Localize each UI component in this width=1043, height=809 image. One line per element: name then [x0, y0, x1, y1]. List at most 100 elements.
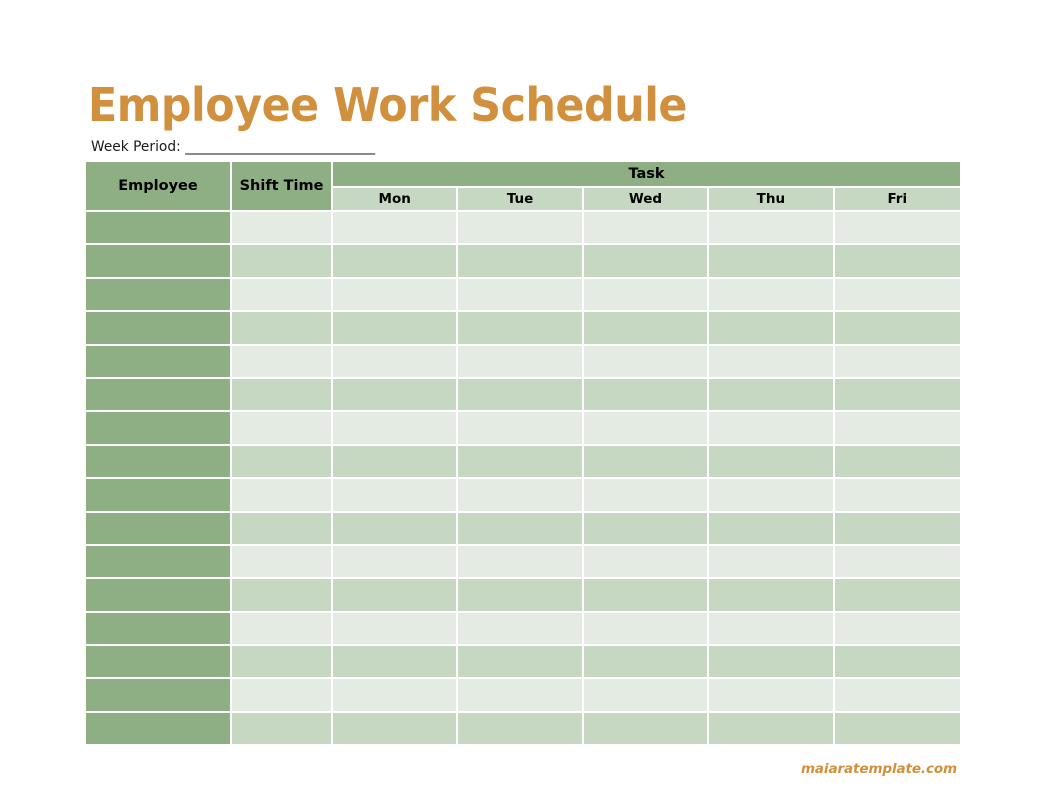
shift-time-cell[interactable]	[232, 212, 333, 246]
task-cell-wed[interactable]	[583, 245, 710, 279]
task-cell-fri[interactable]	[834, 712, 960, 745]
task-cell-fri[interactable]	[834, 312, 960, 346]
task-cell-fri[interactable]	[834, 512, 960, 546]
employee-name-cell[interactable]	[86, 278, 232, 313]
shift-time-cell[interactable]	[232, 679, 333, 713]
task-cell-wed[interactable]	[583, 579, 710, 613]
shift-time-cell[interactable]	[232, 278, 333, 313]
employee-name-cell[interactable]	[86, 378, 232, 413]
task-cell-thu[interactable]	[709, 212, 835, 246]
shift-time-cell[interactable]	[232, 612, 333, 647]
employee-name-cell[interactable]	[86, 479, 232, 513]
week-period-input-blank[interactable]: ______________________________	[185, 139, 375, 155]
task-cell-tue[interactable]	[458, 612, 584, 647]
task-cell-thu[interactable]	[709, 612, 835, 647]
employee-name-cell[interactable]	[86, 212, 232, 246]
task-cell-wed[interactable]	[583, 278, 710, 313]
task-cell-wed[interactable]	[583, 479, 710, 513]
task-cell-mon[interactable]	[333, 612, 459, 647]
task-cell-mon[interactable]	[333, 512, 459, 546]
task-cell-thu[interactable]	[709, 479, 835, 513]
task-cell-tue[interactable]	[458, 646, 584, 680]
task-cell-mon[interactable]	[333, 479, 459, 513]
task-cell-thu[interactable]	[709, 245, 835, 279]
task-cell-tue[interactable]	[458, 545, 584, 580]
task-cell-wed[interactable]	[583, 646, 710, 680]
employee-name-cell[interactable]	[86, 245, 232, 279]
task-cell-fri[interactable]	[834, 245, 960, 279]
task-cell-thu[interactable]	[709, 445, 835, 480]
employee-name-cell[interactable]	[86, 312, 232, 346]
task-cell-wed[interactable]	[583, 712, 710, 745]
task-cell-tue[interactable]	[458, 679, 584, 713]
task-cell-thu[interactable]	[709, 312, 835, 346]
task-cell-tue[interactable]	[458, 245, 584, 279]
task-cell-wed[interactable]	[583, 412, 710, 446]
task-cell-tue[interactable]	[458, 378, 584, 413]
employee-name-cell[interactable]	[86, 412, 232, 446]
task-cell-fri[interactable]	[834, 646, 960, 680]
task-cell-tue[interactable]	[458, 312, 584, 346]
task-cell-wed[interactable]	[583, 512, 710, 546]
task-cell-mon[interactable]	[333, 545, 459, 580]
employee-name-cell[interactable]	[86, 612, 232, 647]
task-cell-fri[interactable]	[834, 545, 960, 580]
employee-name-cell[interactable]	[86, 445, 232, 480]
task-cell-wed[interactable]	[583, 345, 710, 379]
task-cell-thu[interactable]	[709, 345, 835, 379]
task-cell-mon[interactable]	[333, 579, 459, 613]
task-cell-mon[interactable]	[333, 278, 459, 313]
task-cell-thu[interactable]	[709, 545, 835, 580]
task-cell-mon[interactable]	[333, 679, 459, 713]
shift-time-cell[interactable]	[232, 445, 333, 480]
employee-name-cell[interactable]	[86, 679, 232, 713]
employee-name-cell[interactable]	[86, 512, 232, 546]
shift-time-cell[interactable]	[232, 712, 333, 745]
task-cell-thu[interactable]	[709, 679, 835, 713]
task-cell-fri[interactable]	[834, 378, 960, 413]
employee-name-cell[interactable]	[86, 579, 232, 613]
task-cell-thu[interactable]	[709, 278, 835, 313]
task-cell-wed[interactable]	[583, 612, 710, 647]
task-cell-fri[interactable]	[834, 412, 960, 446]
shift-time-cell[interactable]	[232, 646, 333, 680]
task-cell-tue[interactable]	[458, 579, 584, 613]
task-cell-tue[interactable]	[458, 345, 584, 379]
task-cell-tue[interactable]	[458, 278, 584, 313]
task-cell-fri[interactable]	[834, 212, 960, 246]
task-cell-wed[interactable]	[583, 378, 710, 413]
task-cell-tue[interactable]	[458, 445, 584, 480]
shift-time-cell[interactable]	[232, 378, 333, 413]
task-cell-tue[interactable]	[458, 479, 584, 513]
task-cell-tue[interactable]	[458, 412, 584, 446]
task-cell-fri[interactable]	[834, 479, 960, 513]
task-cell-fri[interactable]	[834, 345, 960, 379]
task-cell-thu[interactable]	[709, 646, 835, 680]
task-cell-mon[interactable]	[333, 646, 459, 680]
task-cell-mon[interactable]	[333, 445, 459, 480]
task-cell-thu[interactable]	[709, 412, 835, 446]
task-cell-fri[interactable]	[834, 679, 960, 713]
task-cell-fri[interactable]	[834, 579, 960, 613]
shift-time-cell[interactable]	[232, 545, 333, 580]
task-cell-mon[interactable]	[333, 412, 459, 446]
task-cell-wed[interactable]	[583, 212, 710, 246]
employee-name-cell[interactable]	[86, 646, 232, 680]
task-cell-fri[interactable]	[834, 445, 960, 480]
task-cell-wed[interactable]	[583, 545, 710, 580]
shift-time-cell[interactable]	[232, 479, 333, 513]
employee-name-cell[interactable]	[86, 545, 232, 580]
task-cell-wed[interactable]	[583, 445, 710, 480]
task-cell-fri[interactable]	[834, 278, 960, 313]
task-cell-wed[interactable]	[583, 312, 710, 346]
shift-time-cell[interactable]	[232, 579, 333, 613]
task-cell-tue[interactable]	[458, 712, 584, 745]
shift-time-cell[interactable]	[232, 245, 333, 279]
task-cell-thu[interactable]	[709, 579, 835, 613]
task-cell-mon[interactable]	[333, 212, 459, 246]
shift-time-cell[interactable]	[232, 512, 333, 546]
task-cell-tue[interactable]	[458, 212, 584, 246]
task-cell-thu[interactable]	[709, 512, 835, 546]
task-cell-mon[interactable]	[333, 712, 459, 745]
task-cell-tue[interactable]	[458, 512, 584, 546]
